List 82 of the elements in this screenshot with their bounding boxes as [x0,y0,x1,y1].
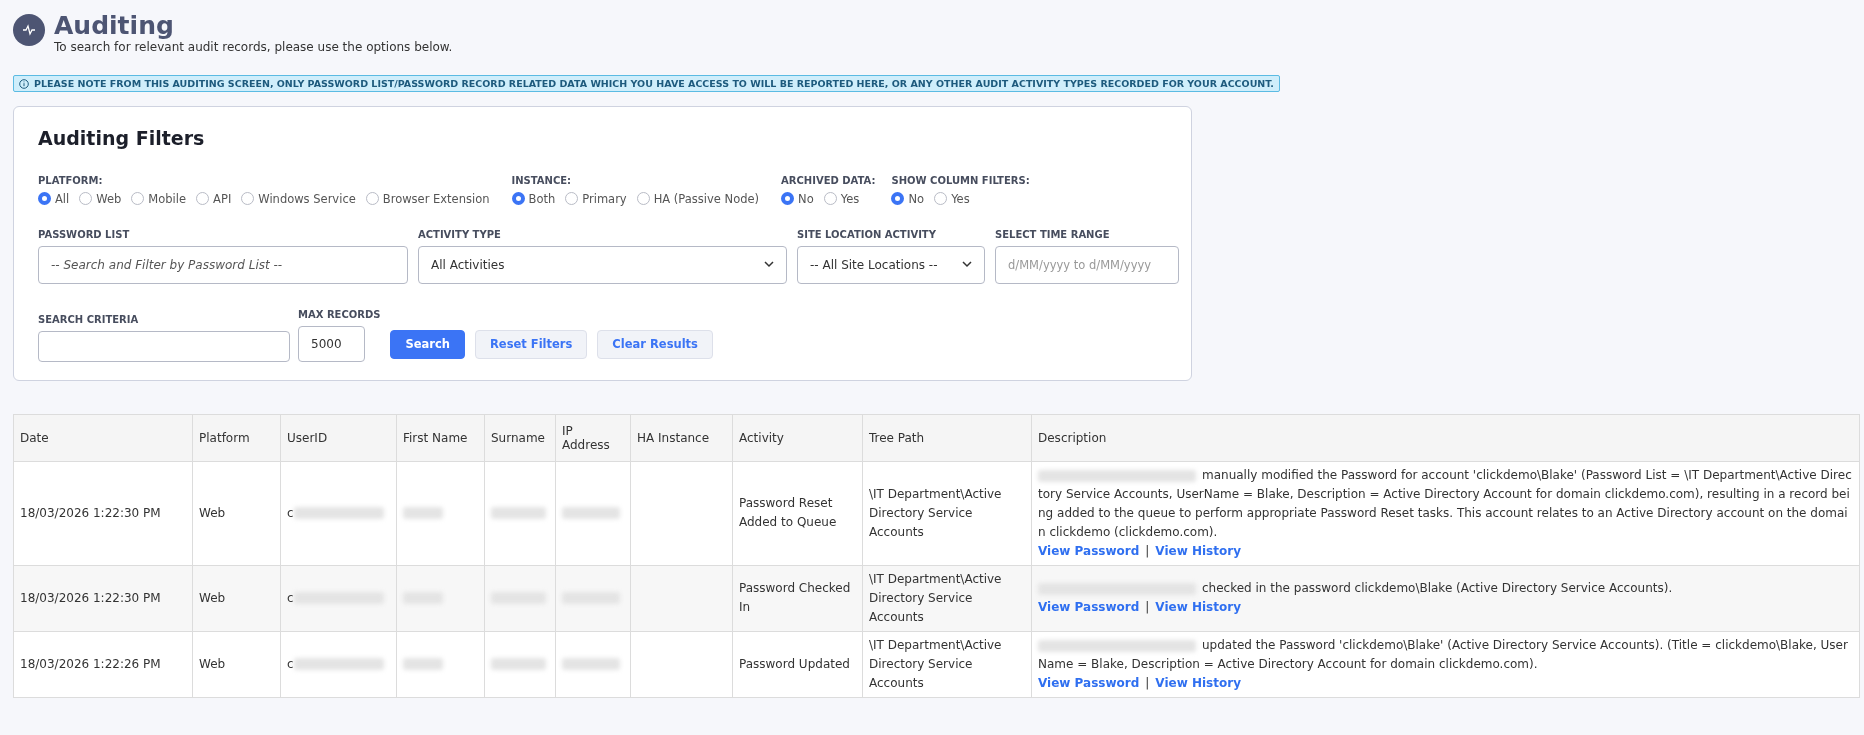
radio-option[interactable]: API [196,191,232,206]
info-notice: PLEASE NOTE FROM THIS AUDITING SCREEN, ONLY PASSWORD LIST/PASSWORD RECORD RELATED DATA WHICH YOU HAVE ACCESS TO WILL BE REPORTED HERE, OR ANY OTHER AUDIT ACTIVITY TYPES RECORDED FOR YOUR ACCOUNT. [13,75,1280,92]
table-cell: c [287,656,294,671]
description-text: updated the Password 'clickdemo\Blake' (Active Directory Service Accounts). (Title = clickdemo\Blake, User Name = Blake, Description = Active Directory Account for domain clickdemo.com). [1038,635,1853,674]
search-field[interactable]: -- Search and Filter by Password List -- [38,245,408,284]
field-label: SEARCH CRITERIA [38,313,140,325]
dropdown[interactable]: All Activities [418,245,787,284]
radio-option[interactable]: Windows Service [241,191,356,206]
card-title: Auditing Filters [38,126,206,149]
view-link[interactable]: View History [1155,675,1241,690]
field-label: SITE LOCATION ACTIVITY [797,228,937,240]
radio-option[interactable]: Mobile [131,191,187,206]
field-label: SELECT TIME RANGE [995,228,1111,240]
filter-label: SHOW COLUMN FILTERS: [891,174,1030,186]
radio-option[interactable]: All [38,191,70,206]
chevron-down-icon [962,261,972,268]
column-header: IP Address [555,414,631,461]
redacted-text [491,658,546,670]
info-icon [19,78,29,89]
max-records-field[interactable]: 5000 [298,325,365,362]
radio-option[interactable]: No [781,191,814,206]
radio-option[interactable]: Browser Extension [365,191,490,206]
table-cell: 18/03/2026 1:22:30 PM [13,565,193,631]
table-cell: \IT Department\Active Directory Service Accounts [862,631,1032,697]
table-cell: \IT Department\Active Directory Service Accounts [862,565,1032,631]
radio-option[interactable]: No [891,191,925,206]
page-title: Auditing [54,12,175,40]
table-cell: Web [192,631,281,697]
column-header: UserID [280,414,397,461]
redacted-text [403,507,443,519]
view-link[interactable]: View Password [1038,600,1140,614]
table-cell: c [287,505,294,520]
view-link[interactable]: View History [1155,600,1241,614]
column-header: Activity [732,414,863,461]
radio-option[interactable]: Both [511,191,556,206]
radio-option[interactable]: Yes [934,191,970,206]
field-label: ACTIVITY TYPE [418,228,502,240]
table-cell: Web [192,461,281,565]
column-header: First Name [396,414,485,461]
column-header: Platform [192,414,281,461]
table-cell: 18/03/2026 1:22:30 PM [13,461,193,565]
redacted-text [562,658,620,670]
column-header: Surname [484,414,556,461]
radio-option[interactable]: Web [79,191,122,206]
column-header: HA Instance [630,414,733,461]
redacted-text [491,507,546,519]
filter-label: INSTANCE: [511,174,573,186]
separator-text: | [1145,600,1150,614]
separator-text: | [1145,543,1150,558]
activity-icon [13,14,45,46]
table-cell: c [287,590,294,605]
radio-option[interactable]: HA (Passive Node) [636,191,760,206]
column-header: Date [13,414,193,461]
description-text: manually modified the Password for account 'clickdemo\Blake' (Password List = \IT Department\Active Directory Service Accounts, UserName = Blake, Description = Active Directory Account for domain clickdemo.com), resulting in a record being added to the queue to perform appropriate Password Reset tasks. This account relates to an Active Directory account on the domain clickdemo (clickdemo.com). [1038,465,1853,542]
secondary-button[interactable]: Clear Results [597,329,713,359]
table-cell: \IT Department\Active Directory Service Accounts [862,461,1032,565]
field-label: PASSWORD LIST [38,228,131,240]
search-button[interactable]: Search [390,329,465,359]
column-header: Tree Path [862,414,1032,461]
radio-option[interactable]: Primary [565,191,627,206]
search-criteria-field[interactable] [38,330,290,362]
separator-text: | [1145,675,1150,690]
view-link[interactable]: View Password [1038,675,1140,690]
description-text: checked in the password clickdemo\Blake (Active Directory Service Accounts). [1038,579,1853,598]
dropdown[interactable]: -- All Site Locations -- [797,245,985,284]
secondary-button[interactable]: Reset Filters [475,329,588,359]
redacted-text [562,507,620,519]
page-subtitle: To search for relevant audit records, please use the options below. [54,40,453,55]
filter-label: ARCHIVED DATA: [781,174,876,186]
redacted-text [403,658,443,670]
radio-option[interactable]: Yes [823,191,860,206]
field-label: MAX RECORDS [298,308,381,320]
table-cell: Password Updated [732,631,863,697]
table-cell: Web [192,565,281,631]
column-header: Description [1031,414,1860,461]
table-cell: 18/03/2026 1:22:26 PM [13,631,193,697]
table-cell: Password Reset Added to Queue [732,461,863,565]
view-link[interactable]: View History [1155,543,1241,558]
table-cell: Password Checked In [732,565,863,631]
view-link[interactable]: View Password [1038,543,1140,558]
filter-label: PLATFORM: [38,174,104,186]
chevron-down-icon [764,261,774,268]
